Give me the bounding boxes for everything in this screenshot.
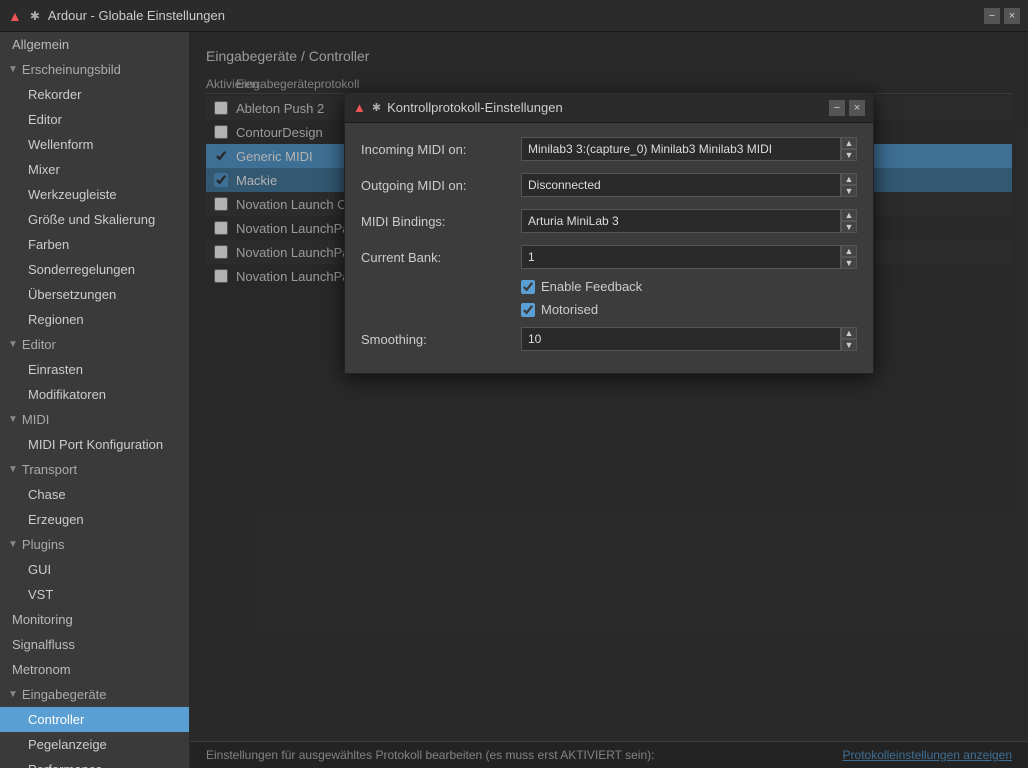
modal-titlebar: ▲ ✱ Kontrollprotokoll-Einstellungen − × [345,93,873,123]
sidebar-group-transport[interactable]: ▼ Transport [0,457,189,482]
outgoing-midi-label: Outgoing MIDI on: [361,178,521,193]
current-bank-input[interactable] [521,245,841,269]
sidebar-item-metronom[interactable]: Metronom [0,657,189,682]
content-area: Eingabegeräte / Controller Aktivieren Ei… [190,32,1028,768]
enable-feedback-checkbox[interactable] [521,280,535,294]
sidebar-group-midi[interactable]: ▼ MIDI [0,407,189,432]
sidebar-group-plugins[interactable]: ▼ Plugins [0,532,189,557]
smoothing-input[interactable] [521,327,841,351]
settings-icon: ✱ [30,9,40,23]
outgoing-down-btn[interactable]: ▼ [841,185,857,197]
sidebar-item-vst[interactable]: VST [0,582,189,607]
modal-body: Incoming MIDI on: Minilab3 3:(capture_0)… [345,123,873,373]
modal-dialog: ▲ ✱ Kontrollprotokoll-Einstellungen − × … [344,92,874,374]
sidebar-item-regionen[interactable]: Regionen [0,307,189,332]
sidebar-item-gui[interactable]: GUI [0,557,189,582]
modal-overlay: ▲ ✱ Kontrollprotokoll-Einstellungen − × … [190,32,1028,768]
sidebar-item-signalfluss[interactable]: Signalfluss [0,632,189,657]
incoming-midi-row: Incoming MIDI on: Minilab3 3:(capture_0)… [361,135,857,163]
sidebar-item-modifikatoren[interactable]: Modifikatoren [0,382,189,407]
incoming-up-btn[interactable]: ▲ [841,137,857,149]
sidebar-group-editor2[interactable]: ▼ Editor [0,332,189,357]
outgoing-up-btn[interactable]: ▲ [841,173,857,185]
sidebar-group-erscheinungsbild[interactable]: ▼ Erscheinungsbild [0,57,189,82]
app-logo: ▲ [8,8,22,24]
incoming-down-btn[interactable]: ▼ [841,149,857,161]
sidebar-item-mixer[interactable]: Mixer [0,157,189,182]
incoming-midi-label: Incoming MIDI on: [361,142,521,157]
bank-down-btn[interactable]: ▼ [841,257,857,269]
sidebar-item-midiport[interactable]: MIDI Port Konfiguration [0,432,189,457]
sidebar-item-erzeugen[interactable]: Erzeugen [0,507,189,532]
sidebar-group-eingabegeraete[interactable]: ▼ Eingabegeräte [0,682,189,707]
sidebar-item-wellenform[interactable]: Wellenform [0,132,189,157]
triangle-midi: ▼ [8,414,18,425]
midi-bindings-row: MIDI Bindings: Arturia MiniLab 3 ▲ ▼ [361,207,857,235]
modal-close-button[interactable]: × [849,100,865,116]
modal-title: Kontrollprotokoll-Einstellungen [387,100,563,115]
smoothing-up-btn[interactable]: ▲ [841,327,857,339]
sidebar-item-einrasten[interactable]: Einrasten [0,357,189,382]
incoming-midi-select[interactable]: Minilab3 3:(capture_0) Minilab3 Minilab3… [521,137,841,161]
smoothing-row: Smoothing: ▲ ▼ [361,325,857,353]
smoothing-down-btn[interactable]: ▼ [841,339,857,351]
modal-minimize-button[interactable]: − [829,100,845,116]
sidebar-item-farben[interactable]: Farben [0,232,189,257]
bindings-down-btn[interactable]: ▼ [841,221,857,233]
motorised-row: Motorised [521,302,857,317]
triangle-plugins: ▼ [8,539,18,550]
sidebar-item-pegelanzeige[interactable]: Pegelanzeige [0,732,189,757]
sidebar-item-groesse[interactable]: Größe und Skalierung [0,207,189,232]
triangle-transport: ▼ [8,464,18,475]
sidebar-item-performance[interactable]: Performance [0,757,189,768]
outgoing-midi-select[interactable]: Disconnected [521,173,841,197]
motorised-label: Motorised [541,302,598,317]
current-bank-row: Current Bank: ▲ ▼ [361,243,857,271]
outgoing-midi-row: Outgoing MIDI on: Disconnected ▲ ▼ [361,171,857,199]
minimize-button[interactable]: − [984,8,1000,24]
sidebar-item-allgemein[interactable]: Allgemein [0,32,189,57]
motorised-checkbox[interactable] [521,303,535,317]
sidebar: Allgemein ▼ Erscheinungsbild Rekorder Ed… [0,32,190,768]
titlebar: ▲ ✱ Ardour - Globale Einstellungen − × [0,0,1028,32]
sidebar-item-uebersetzungen[interactable]: Übersetzungen [0,282,189,307]
sidebar-item-chase[interactable]: Chase [0,482,189,507]
modal-app-logo: ▲ [353,100,366,115]
close-button[interactable]: × [1004,8,1020,24]
window-title: Ardour - Globale Einstellungen [48,8,225,23]
smoothing-label: Smoothing: [361,332,521,347]
current-bank-label: Current Bank: [361,250,521,265]
sidebar-item-rekorder[interactable]: Rekorder [0,82,189,107]
triangle-editor2: ▼ [8,339,18,350]
triangle-erscheinungsbild: ▼ [8,64,18,75]
enable-feedback-label: Enable Feedback [541,279,642,294]
bank-up-btn[interactable]: ▲ [841,245,857,257]
sidebar-item-sonderregelungen[interactable]: Sonderregelungen [0,257,189,282]
midi-bindings-label: MIDI Bindings: [361,214,521,229]
midi-bindings-select[interactable]: Arturia MiniLab 3 [521,209,841,233]
sidebar-item-editor[interactable]: Editor [0,107,189,132]
triangle-eingabegeraete: ▼ [8,689,18,700]
bindings-up-btn[interactable]: ▲ [841,209,857,221]
sidebar-item-monitoring[interactable]: Monitoring [0,607,189,632]
sidebar-item-controller[interactable]: Controller [0,707,189,732]
sidebar-item-werkzeugleiste[interactable]: Werkzeugleiste [0,182,189,207]
modal-settings-icon: ✱ [372,101,381,114]
enable-feedback-row: Enable Feedback [521,279,857,294]
